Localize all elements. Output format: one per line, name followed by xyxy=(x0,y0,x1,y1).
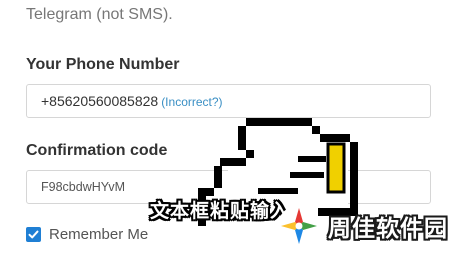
remember-me-checkbox[interactable] xyxy=(26,227,41,242)
subtitle-caption: 文本框粘贴输入 xyxy=(150,200,291,222)
phone-value: +85620560085828 (Incorrect?) xyxy=(41,93,223,109)
confirmation-code-label: Confirmation code xyxy=(26,142,168,159)
watermark: 周佳软件园 xyxy=(276,203,448,249)
check-icon xyxy=(28,230,39,239)
phone-number: +85620560085828 xyxy=(41,93,159,109)
remember-me[interactable]: Remember Me xyxy=(26,226,148,243)
remember-me-label: Remember Me xyxy=(49,226,149,243)
watermark-logo xyxy=(278,205,320,247)
login-form-screen: Telegram (not SMS). Your Phone Number +8… xyxy=(0,0,470,255)
phone-label: Your Phone Number xyxy=(26,56,180,73)
confirmation-code-value: F98cbdwHYvM xyxy=(41,180,126,194)
watermark-text: 周佳软件园 xyxy=(328,216,448,242)
intro-text: Telegram (not SMS). xyxy=(26,6,173,23)
